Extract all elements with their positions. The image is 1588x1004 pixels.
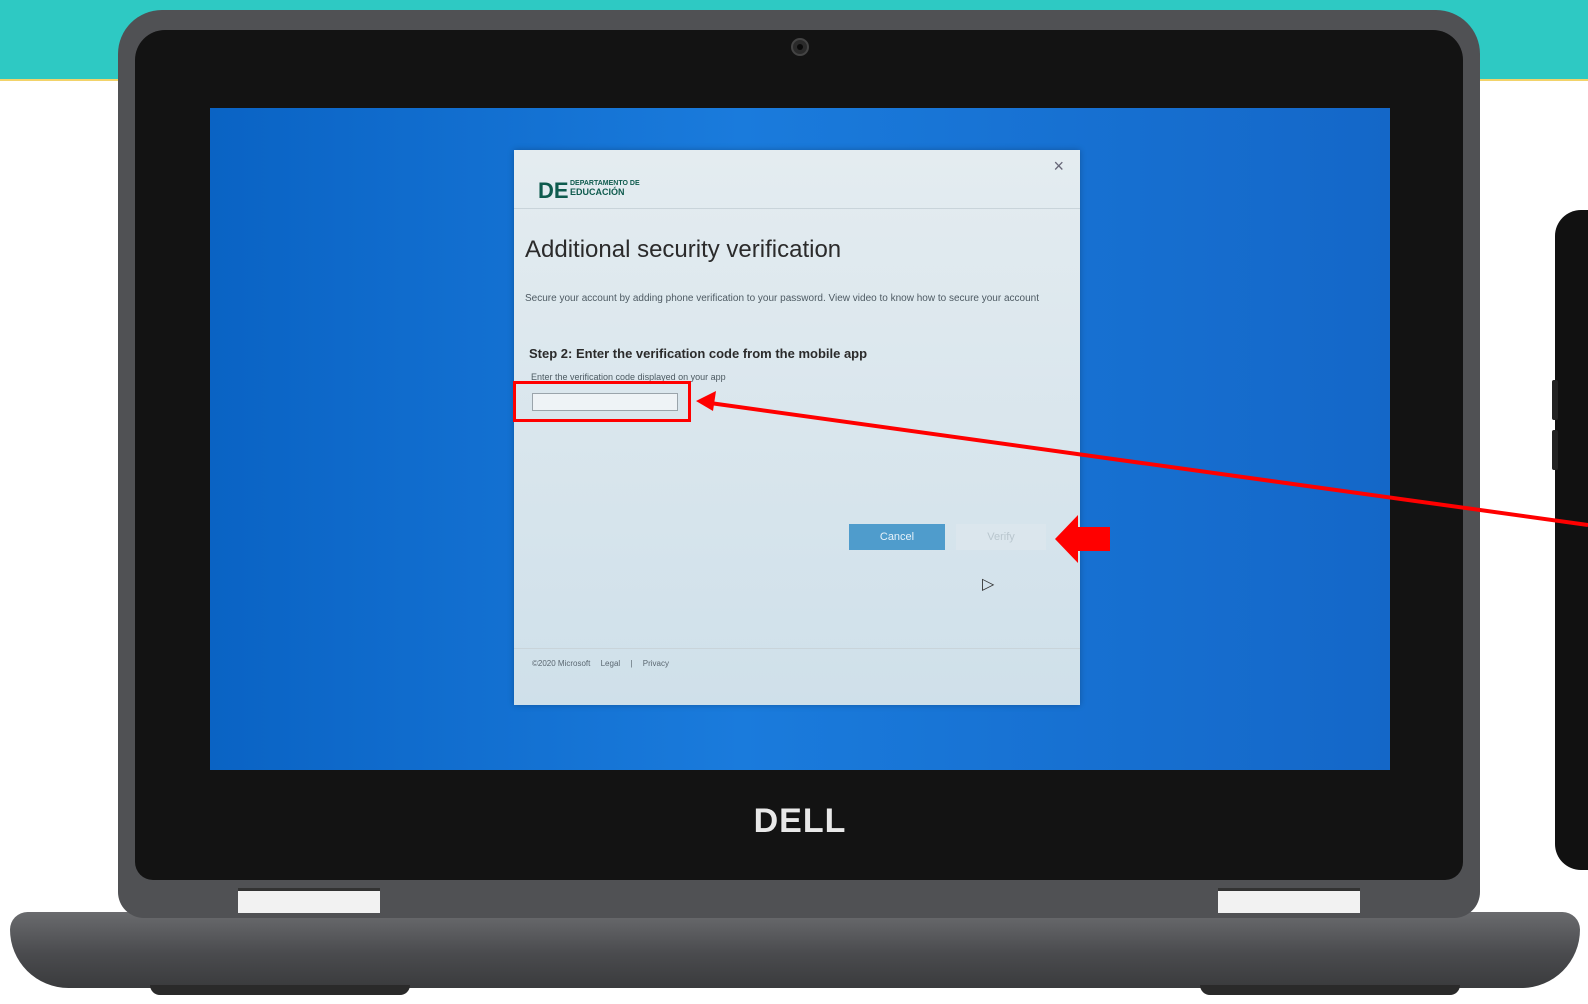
annotation-arrowhead xyxy=(696,391,716,411)
annotation-arrow-icon xyxy=(1055,515,1110,563)
annotation-pointer-line xyxy=(709,401,1588,527)
annotation-arrows xyxy=(696,391,1588,563)
